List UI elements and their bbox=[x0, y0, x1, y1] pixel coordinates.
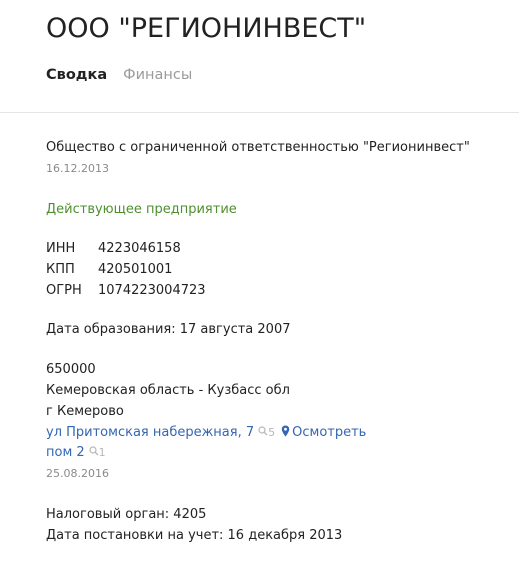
registration-date: Дата образования: 17 августа 2007 bbox=[46, 322, 291, 337]
code-label: ИНН bbox=[46, 241, 76, 256]
tax-registration-date: Дата постановки на учет: 16 декабря 2013 bbox=[46, 528, 343, 543]
page-header: ООО "РЕГИОНИНВЕСТ" Сводка Финансы bbox=[0, 0, 519, 113]
magnifier-icon bbox=[258, 426, 268, 436]
code-row-ogrn: ОГРН 1074223004723 bbox=[46, 281, 206, 301]
address-region: Кемеровская область - Кузбасс обл bbox=[46, 383, 290, 398]
postal-code: 650000 bbox=[46, 362, 96, 377]
code-row-kpp: КПП 420501001 bbox=[46, 260, 172, 280]
code-value: 4223046158 bbox=[98, 241, 181, 256]
code-value: 1074223004723 bbox=[98, 283, 206, 298]
code-label: КПП bbox=[46, 262, 75, 277]
address-date: 25.08.2016 bbox=[46, 467, 109, 480]
tab-finances[interactable]: Финансы bbox=[123, 65, 192, 85]
address-city: г Кемерово bbox=[46, 404, 124, 419]
street-link[interactable]: ул Притомская набережная, 7 bbox=[46, 425, 254, 440]
room-count-value: 1 bbox=[98, 446, 106, 459]
map-pin-icon bbox=[281, 425, 290, 437]
status-label: Действующее предприятие bbox=[46, 202, 237, 217]
full-name-date: 16.12.2013 bbox=[46, 162, 109, 175]
full-company-name: Общество с ограниченной ответственностью… bbox=[46, 140, 470, 155]
view-location-link[interactable]: Осмотреть bbox=[275, 425, 366, 440]
code-value: 420501001 bbox=[98, 262, 173, 277]
tab-summary[interactable]: Сводка bbox=[46, 65, 107, 85]
code-label: ОГРН bbox=[46, 283, 82, 298]
room-search-count[interactable]: 1 bbox=[89, 446, 106, 459]
magnifier-icon bbox=[89, 446, 99, 456]
street-search-count[interactable]: 5 bbox=[258, 426, 275, 439]
code-row-inn: ИНН 4223046158 bbox=[46, 239, 181, 259]
address-room-row: пом 2 1 bbox=[46, 443, 106, 463]
company-name: ООО "РЕГИОНИНВЕСТ" bbox=[46, 13, 367, 44]
address-street-row: ул Притомская набережная, 7 5 Осмотреть bbox=[46, 423, 366, 443]
room-link[interactable]: пом 2 bbox=[46, 445, 85, 460]
tab-bar: Сводка Финансы bbox=[46, 65, 192, 85]
tax-authority: Налоговый орган: 4205 bbox=[46, 507, 207, 522]
view-location-label[interactable]: Осмотреть bbox=[292, 425, 366, 440]
